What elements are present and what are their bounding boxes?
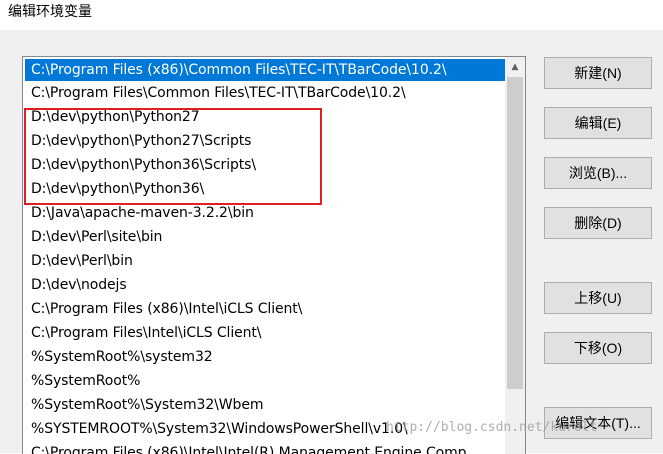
move-up-button[interactable]: 上移(U)	[544, 282, 652, 314]
scroll-up-arrow-icon[interactable]: ▲	[505, 57, 525, 77]
list-item[interactable]: %SystemRoot%\system32	[25, 345, 505, 369]
list-item[interactable]: C:\Program Files\Common Files\TEC-IT\TBa…	[25, 81, 505, 105]
watermark: http://blog.csdn.net/kurolt	[386, 420, 598, 435]
delete-button[interactable]: 删除(D)	[544, 207, 652, 239]
list-item[interactable]: %SystemRoot%\System32\Wbem	[25, 393, 505, 417]
path-listbox[interactable]: C:\Program Files (x86)\Common Files\TEC-…	[22, 56, 526, 454]
list-item[interactable]: D:\dev\python\Python36\Scripts\	[25, 153, 505, 177]
vertical-scrollbar[interactable]: ▲	[505, 57, 525, 454]
list-item[interactable]: D:\dev\nodejs	[25, 273, 505, 297]
list-item[interactable]: D:\dev\python\Python27	[25, 105, 505, 129]
list-item[interactable]: C:\Program Files (x86)\Intel\iCLS Client…	[25, 297, 505, 321]
list-item[interactable]: D:\dev\Perl\site\bin	[25, 225, 505, 249]
list-item[interactable]: C:\Program Files\Intel\iCLS Client\	[25, 321, 505, 345]
window-title: 编辑环境变量	[8, 4, 92, 20]
scroll-thumb[interactable]	[507, 77, 523, 389]
list-item[interactable]: C:\Program Files (x86)\Intel\Intel(R) Ma…	[25, 441, 505, 454]
list-item[interactable]: C:\Program Files (x86)\Common Files\TEC-…	[25, 59, 505, 81]
list-item[interactable]: D:\dev\Perl\bin	[25, 249, 505, 273]
list-item[interactable]: D:\Java\apache-maven-3.2.2\bin	[25, 201, 505, 225]
list-item[interactable]: D:\dev\python\Python36\	[25, 177, 505, 201]
new-button[interactable]: 新建(N)	[544, 57, 652, 89]
edit-button[interactable]: 编辑(E)	[544, 107, 652, 139]
list-item[interactable]: %SystemRoot%	[25, 369, 505, 393]
move-down-button[interactable]: 下移(O)	[544, 332, 652, 364]
path-list: C:\Program Files (x86)\Common Files\TEC-…	[25, 58, 505, 454]
browse-button[interactable]: 浏览(B)...	[544, 157, 652, 189]
list-item[interactable]: D:\dev\python\Python27\Scripts	[25, 129, 505, 153]
